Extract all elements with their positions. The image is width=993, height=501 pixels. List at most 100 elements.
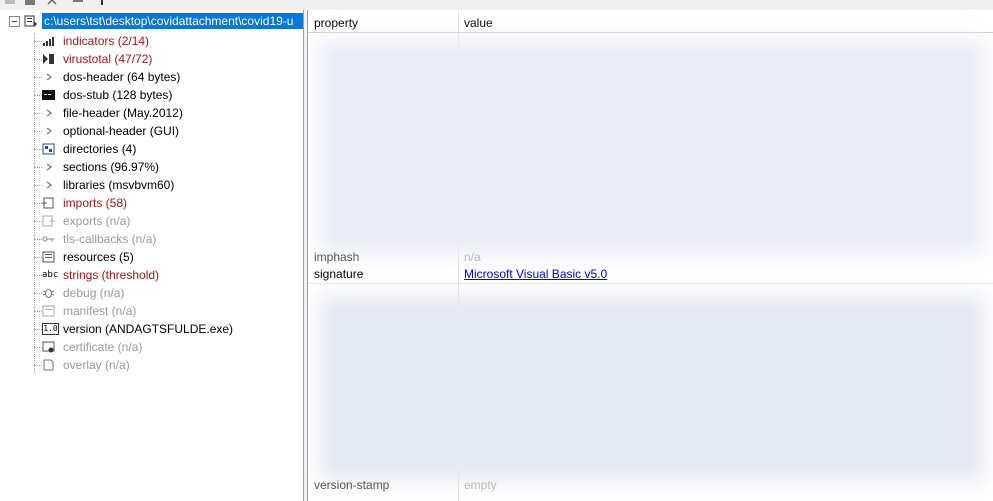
tree-item[interactable]: directories (4) <box>0 140 303 158</box>
tree-item[interactable]: sections (96.97%) <box>0 158 303 176</box>
tree-connector <box>34 257 42 258</box>
save-icon[interactable] <box>24 0 36 6</box>
indicators-icon <box>43 37 54 46</box>
cut-icon[interactable] <box>46 0 58 6</box>
directories-icon <box>42 143 55 155</box>
value-cell: n/a <box>464 250 481 264</box>
list-icon[interactable] <box>72 0 84 6</box>
arrow-icon <box>46 163 52 171</box>
tree-connector <box>34 311 42 312</box>
tree-item[interactable]: abc strings (threshold) <box>0 266 303 284</box>
tree-item[interactable]: 1.0 version (ANDAGTSFULDE.exe) <box>0 320 303 338</box>
tree-item[interactable]: imports (58) <box>0 194 303 212</box>
tree-item-label[interactable]: libraries (msvbvm60) <box>63 176 174 194</box>
console-icon <box>42 90 55 100</box>
property-grid[interactable]: property value imphash n/a signature Mic… <box>307 10 993 501</box>
tree-item-label[interactable]: overlay (n/a) <box>63 356 130 374</box>
tree-item-label[interactable]: manifest (n/a) <box>63 302 136 320</box>
open-icon[interactable] <box>4 0 16 6</box>
manifest-icon <box>42 305 55 317</box>
arrow-icon <box>46 109 52 117</box>
tree-item[interactable]: dos-header (64 bytes) <box>0 68 303 86</box>
tree-connector <box>34 167 42 168</box>
tree-item-label[interactable]: indicators (2/14) <box>63 32 149 50</box>
arrow-icon <box>46 127 52 135</box>
tree-item-label[interactable]: certificate (n/a) <box>63 338 142 356</box>
tree-connector <box>34 365 42 366</box>
tree-connector <box>34 221 42 222</box>
redacted-region-bottom <box>320 295 984 481</box>
resources-icon <box>42 251 55 263</box>
document-icon <box>24 15 37 27</box>
tree-connector <box>34 131 42 132</box>
toolbar <box>0 0 993 10</box>
virustotal-icon <box>43 54 54 64</box>
collapse-icon[interactable] <box>9 16 20 27</box>
imports-icon <box>42 197 54 209</box>
tree-item-label[interactable]: debug (n/a) <box>63 284 124 302</box>
tree-item-label[interactable]: dos-header (64 bytes) <box>63 68 180 86</box>
tree-item[interactable]: indicators (2/14) <box>0 32 303 50</box>
tree-item-label[interactable]: imports (58) <box>63 194 127 212</box>
value-cell: empty <box>464 478 497 492</box>
signature-link[interactable]: Microsoft Visual Basic v5.0 <box>464 265 607 283</box>
tree-item-label[interactable]: exports (n/a) <box>63 212 130 230</box>
header-property[interactable]: property <box>314 14 358 32</box>
property-cell: version-stamp <box>314 478 390 492</box>
tree-connector <box>34 185 42 186</box>
tree-connector <box>34 203 42 204</box>
table-row-signature[interactable]: signature Microsoft Visual Basic v5.0 <box>308 265 993 284</box>
header-value[interactable]: value <box>464 14 493 32</box>
redacted-region-top <box>320 40 984 254</box>
tree-connector <box>34 95 42 96</box>
tree-root[interactable]: c:\users\tst\desktop\covidattachment\cov… <box>0 12 303 30</box>
tree-item[interactable]: manifest (n/a) <box>0 302 303 320</box>
tree-root-label[interactable]: c:\users\tst\desktop\covidattachment\cov… <box>42 13 303 29</box>
tree-connector <box>34 41 42 42</box>
tree-connector <box>34 329 42 330</box>
tree-item[interactable]: tls-callbacks (n/a) <box>0 230 303 248</box>
tree-item-label[interactable]: optional-header (GUI) <box>63 122 179 140</box>
tree-item-label[interactable]: version (ANDAGTSFULDE.exe) <box>63 320 233 338</box>
table-row[interactable]: version-stamp empty <box>308 476 993 494</box>
tree-item-label[interactable]: sections (96.97%) <box>63 158 159 176</box>
tree-item-label[interactable]: directories (4) <box>63 140 136 158</box>
tree-connector <box>34 239 42 240</box>
tree-item-label[interactable]: strings (threshold) <box>63 266 159 284</box>
tree-item[interactable]: file-header (May.2012) <box>0 104 303 122</box>
tree-item[interactable]: overlay (n/a) <box>0 356 303 374</box>
tree-connector <box>34 113 42 114</box>
arrow-icon <box>46 73 52 81</box>
tree-item-label[interactable]: file-header (May.2012) <box>63 104 183 122</box>
tree-connector <box>34 59 42 60</box>
tree-item[interactable]: optional-header (GUI) <box>0 122 303 140</box>
tree-item[interactable]: debug (n/a) <box>0 284 303 302</box>
tree-pane[interactable]: c:\users\tst\desktop\covidattachment\cov… <box>0 10 304 501</box>
exports-icon <box>42 215 55 227</box>
tls-icon <box>42 236 54 242</box>
tree-item[interactable]: resources (5) <box>0 248 303 266</box>
version-icon: 1.0 <box>42 323 59 335</box>
tree-item[interactable]: dos-stub (128 bytes) <box>0 86 303 104</box>
tree-item-label[interactable]: tls-callbacks (n/a) <box>63 230 156 248</box>
tree-connector <box>34 77 42 78</box>
tree-item[interactable]: libraries (msvbvm60) <box>0 176 303 194</box>
grid-header: property value <box>308 14 993 33</box>
arrow-icon <box>46 181 52 189</box>
tree-item[interactable]: virustotal (47/72) <box>0 50 303 68</box>
certificate-icon <box>42 341 55 353</box>
strings-icon: abc <box>42 270 59 280</box>
overlay-icon <box>43 359 54 371</box>
tree-connector <box>34 149 42 150</box>
tree-item-label[interactable]: virustotal (47/72) <box>63 50 152 68</box>
property-cell: imphash <box>314 250 360 264</box>
tree-connector <box>34 293 42 294</box>
info-icon[interactable] <box>96 0 108 6</box>
table-row[interactable]: imphash n/a <box>308 248 993 266</box>
tree-connector <box>34 347 42 348</box>
tree-item[interactable]: exports (n/a) <box>0 212 303 230</box>
tree-item-label[interactable]: dos-stub (128 bytes) <box>63 86 172 104</box>
bug-icon <box>42 289 55 298</box>
tree-item[interactable]: certificate (n/a) <box>0 338 303 356</box>
tree-item-label[interactable]: resources (5) <box>63 248 134 266</box>
